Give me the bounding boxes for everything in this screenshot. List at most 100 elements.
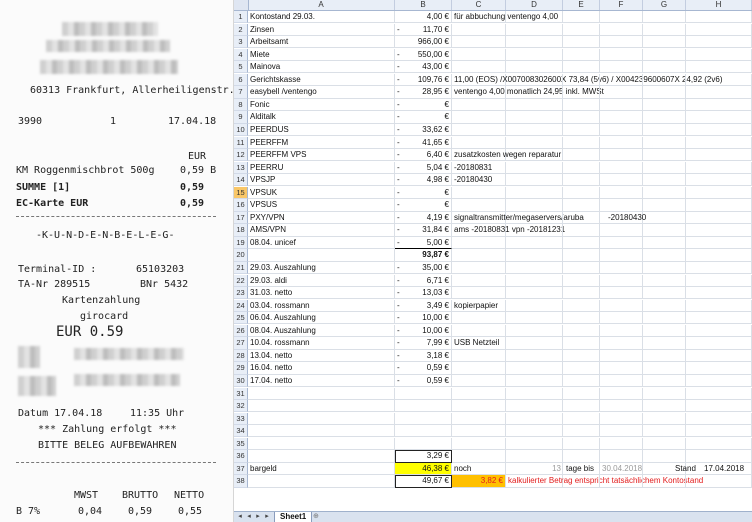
cell-d[interactable] xyxy=(506,61,563,74)
row-header[interactable]: 20 xyxy=(234,249,248,262)
cell-d[interactable] xyxy=(506,312,563,325)
cell-a[interactable]: 06.04. Auszahlung xyxy=(248,312,395,325)
row-header[interactable]: 14 xyxy=(234,174,248,187)
cell-g[interactable] xyxy=(643,412,686,425)
cell-g[interactable] xyxy=(643,136,686,149)
cell-h[interactable] xyxy=(686,73,752,87)
cell-e[interactable] xyxy=(563,186,600,199)
cell-f[interactable] xyxy=(600,349,643,363)
cell-f[interactable] xyxy=(600,450,643,463)
cell-a[interactable] xyxy=(248,400,395,413)
cell-d[interactable] xyxy=(506,299,563,312)
cell-h[interactable] xyxy=(686,312,752,325)
cell-b[interactable]: - 6,71 € xyxy=(395,274,452,287)
prev-sheet-icon[interactable]: ◂ xyxy=(245,513,253,521)
cell-a[interactable] xyxy=(248,475,395,488)
row-header[interactable]: 38 xyxy=(234,475,248,488)
cell-a[interactable] xyxy=(248,437,395,450)
cell-g[interactable] xyxy=(643,400,686,413)
cell-f[interactable] xyxy=(600,249,643,262)
cell-c[interactable]: -20180831 xyxy=(452,161,506,174)
cell-d[interactable] xyxy=(506,36,563,49)
cell-f[interactable] xyxy=(600,73,643,87)
cell-e[interactable] xyxy=(563,425,600,438)
cell-e[interactable] xyxy=(563,36,600,49)
first-sheet-icon[interactable]: ◂ xyxy=(236,513,244,521)
cell-h[interactable] xyxy=(686,36,752,49)
cell-g[interactable] xyxy=(643,337,686,350)
cell-h[interactable] xyxy=(686,23,752,36)
cell-a[interactable]: Alditalk xyxy=(248,111,395,124)
cell-c[interactable]: ventengo 4,00 monatlich 24,95 inkl. MWSt xyxy=(452,86,604,99)
cell-g[interactable] xyxy=(643,174,686,187)
cell-b[interactable]: - 550,00 € xyxy=(395,48,452,61)
cell-e[interactable] xyxy=(563,211,600,225)
cell-b[interactable]: - 5,04 € xyxy=(395,161,452,174)
cell-d[interactable] xyxy=(506,111,563,124)
cell-h[interactable] xyxy=(686,475,752,488)
row-header[interactable]: 21 xyxy=(234,262,248,275)
cell-a[interactable]: 17.04. netto xyxy=(248,374,395,388)
cell-b[interactable]: - 31,84 € xyxy=(395,224,452,237)
cell-c[interactable] xyxy=(452,61,506,74)
cell-g[interactable] xyxy=(643,149,686,162)
cell-b[interactable]: - 109,76 € xyxy=(395,73,452,87)
cell-h[interactable] xyxy=(686,199,752,212)
cell-b[interactable]: - 5,00 € xyxy=(395,236,452,250)
cell-d[interactable] xyxy=(506,287,563,300)
cell-g[interactable] xyxy=(643,274,686,287)
cell-a[interactable]: PEERRU xyxy=(248,161,395,174)
cell-g[interactable] xyxy=(643,224,686,237)
column-header-a[interactable]: A xyxy=(248,0,395,10)
cell-d[interactable] xyxy=(506,274,563,287)
cell-a[interactable]: Arbeitsamt xyxy=(248,36,395,49)
cell-d-status[interactable]: kalkulierter Betrag entspricht tatsächli… xyxy=(506,475,703,488)
cell-g[interactable] xyxy=(643,312,686,325)
cell-h[interactable] xyxy=(686,450,752,463)
cell-b[interactable]: - 4,98 € xyxy=(395,174,452,187)
cell-e[interactable] xyxy=(563,362,600,375)
column-header-d[interactable]: D xyxy=(506,0,563,10)
cell-b[interactable]: - 7,99 € xyxy=(395,337,452,350)
cell-h[interactable] xyxy=(686,161,752,174)
cell-c[interactable] xyxy=(452,36,506,49)
cell-b[interactable]: - € xyxy=(395,111,452,124)
cell-f[interactable] xyxy=(600,362,643,375)
cell-g[interactable] xyxy=(643,73,686,87)
cell-h[interactable] xyxy=(686,349,752,363)
cell-d[interactable] xyxy=(506,450,563,463)
cell-f[interactable] xyxy=(600,149,643,162)
cell-g[interactable] xyxy=(643,98,686,112)
cell-d[interactable] xyxy=(506,262,563,275)
cell-h[interactable] xyxy=(686,11,752,24)
cell-f[interactable] xyxy=(600,224,643,237)
cell-b[interactable]: - 35,00 € xyxy=(395,262,452,275)
cell-a[interactable]: Miete xyxy=(248,48,395,61)
cell-f[interactable] xyxy=(600,262,643,275)
cell-f[interactable] xyxy=(600,86,643,99)
row-header[interactable]: 34 xyxy=(234,425,248,438)
cell-e[interactable] xyxy=(563,262,600,275)
cell-h[interactable] xyxy=(686,287,752,300)
cell-d[interactable] xyxy=(506,186,563,199)
cell-a[interactable]: Mainova xyxy=(248,61,395,74)
cell-c[interactable] xyxy=(452,111,506,124)
cell-e[interactable] xyxy=(563,387,600,400)
cell-d[interactable] xyxy=(506,349,563,363)
cell-c[interactable]: USB Netzteil xyxy=(452,337,506,350)
row-header[interactable]: 17 xyxy=(234,211,248,225)
cell-b[interactable]: - 43,00 € xyxy=(395,61,452,74)
cell-c[interactable]: 11,00 (EOS) /X007008302600X 73,84 (5v6) … xyxy=(452,73,723,87)
cell-c[interactable] xyxy=(452,374,506,388)
column-header-c[interactable]: C xyxy=(452,0,506,10)
cell-a[interactable]: 29.03. aldi xyxy=(248,274,395,287)
cell-f[interactable] xyxy=(600,136,643,149)
cell-b[interactable]: - 28,95 € xyxy=(395,86,452,99)
cell-b[interactable]: 93,87 € xyxy=(395,249,452,262)
cell-c[interactable] xyxy=(452,412,506,425)
cell-b[interactable]: - 10,00 € xyxy=(395,312,452,325)
cell-g[interactable] xyxy=(643,48,686,61)
cell-a[interactable]: VPSUK xyxy=(248,186,395,199)
cell-a[interactable]: 13.04. netto xyxy=(248,349,395,363)
column-header-f[interactable]: F xyxy=(600,0,643,10)
